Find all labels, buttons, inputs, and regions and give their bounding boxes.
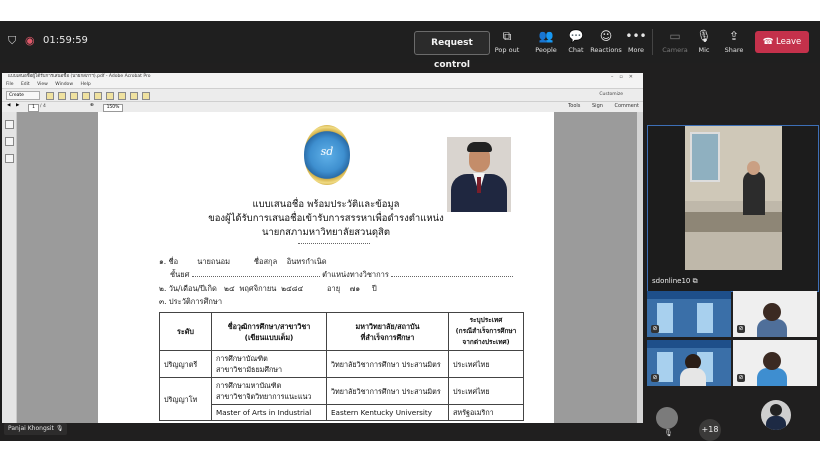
menu-help[interactable]: Help xyxy=(80,82,90,87)
acrobat-titlebar: แบบเสนอชื่อผู้ได้รับการเสนอชื่อ (นายกสภา… xyxy=(2,73,643,81)
participant-tile[interactable]: ⊘ xyxy=(647,291,731,337)
bookmarks-icon[interactable] xyxy=(5,137,14,146)
mic-icon: 🎙 xyxy=(664,429,673,437)
menu-edit[interactable]: Edit xyxy=(21,82,30,87)
heading-underline xyxy=(298,243,370,244)
education-table: ระดับ ชื่อวุฒิการศึกษา/สาขาวิชา (เขียนแบ… xyxy=(159,312,524,421)
toolbar-divider xyxy=(652,29,653,55)
rank-line: ชั้นยศ ตำแหน่งทางวิชาการ xyxy=(170,269,514,281)
create-button[interactable]: Create xyxy=(6,91,40,100)
table-row: ปริญญาตรี การศึกษาบัณฑิต สาขาวิชามัธยมศึ… xyxy=(159,350,524,378)
col-degree: ชื่อวุฒิการศึกษา/สาขาวิชา (เขียนแบบเต็ม) xyxy=(211,312,327,351)
meeting-timer: 01:59:59 xyxy=(43,35,88,46)
teams-meeting-window: ⛉ ◉ 01:59:59 Request control ⧉ Pop out 👥 P… xyxy=(0,21,820,441)
more-participants-button[interactable]: +18 xyxy=(699,419,721,441)
zoom-in-icon[interactable]: ⊕ xyxy=(90,103,94,108)
acrobat-toolbar: Create Customize xyxy=(2,89,643,102)
zoom-field[interactable]: 150% xyxy=(103,104,123,112)
meeting-toolbar: ⛉ ◉ 01:59:59 Request control ⧉ Pop out 👥 P… xyxy=(0,21,820,70)
share-button[interactable]: ⇪ Share xyxy=(716,29,752,54)
page-thumbnails-icon[interactable] xyxy=(5,120,14,129)
sign-icon[interactable] xyxy=(142,92,150,100)
attachments-icon[interactable] xyxy=(5,154,14,163)
shield-icon[interactable]: ⛉ xyxy=(8,34,16,48)
col-country: ระบุประเทศ (กรณีสำเร็จการศึกษา จากต่างปร… xyxy=(448,312,524,351)
participant-avatar[interactable] xyxy=(656,407,678,429)
shared-screen: แบบเสนอชื่อผู้ได้รับการเสนอชื่อ (นายกสภา… xyxy=(0,73,643,423)
participant-avatar[interactable] xyxy=(761,400,791,430)
menu-window[interactable]: Window xyxy=(55,82,73,87)
col-institution: มหาวิทยาลัย/สถาบัน ที่สำเร็จการศึกษา xyxy=(326,312,449,351)
comment-link[interactable]: Comment xyxy=(615,103,640,109)
sign-link[interactable]: Sign xyxy=(592,103,603,109)
education-line: ๓. ประวัติการศึกษา xyxy=(159,297,223,306)
more-button[interactable]: ••• More xyxy=(618,29,654,54)
page-number-input[interactable]: 1 xyxy=(28,104,39,112)
request-control-button[interactable]: Request control xyxy=(414,31,490,70)
participant-tile[interactable]: ⊘ xyxy=(733,291,817,337)
prev-page-icon[interactable]: ◀ xyxy=(7,103,10,108)
recording-icon: ◉ xyxy=(25,34,35,47)
participant-tile[interactable]: ⊘ xyxy=(647,340,731,386)
open-icon[interactable] xyxy=(46,92,54,100)
presenter-name-badge: Panjai Khongsit 🎙 xyxy=(4,423,68,435)
doc-heading-3: นายกสภามหาวิทยาลัยสวนดุสิต xyxy=(261,227,391,238)
menu-file[interactable]: File xyxy=(6,82,14,87)
pop-out-icon: ⧉ xyxy=(502,29,512,43)
col-level: ระดับ xyxy=(159,312,212,351)
share-screen-icon: ⧉ xyxy=(692,277,698,285)
navigation-pane xyxy=(2,112,17,423)
leave-button[interactable]: ☎ Leave xyxy=(755,31,809,53)
doc-heading-1: แบบเสนอชื่อ พร้อมประวัติและข้อมูล xyxy=(252,199,400,210)
mic-off-icon: ⊘ xyxy=(651,325,659,333)
tools-link[interactable]: Tools xyxy=(568,103,580,109)
table-header-row: ระดับ ชื่อวุฒิการศึกษา/สาขาวิชา (เขียนแบ… xyxy=(159,312,524,351)
participant-tile-main[interactable]: sdonline10 ⧉ xyxy=(647,125,819,292)
table-row: Master of Arts in Industrial Eastern Ken… xyxy=(160,404,524,421)
pdf-page: sd แบบเสนอชื่อ พร้อมประวัติและข้อมูล ของ… xyxy=(98,112,554,423)
more-icon: ••• xyxy=(625,29,647,43)
next-page-icon[interactable]: ▶ xyxy=(16,103,19,108)
doc-heading-2: ของผู้ได้รับการเสนอชื่อเข้ารับการสรรหาเพ… xyxy=(208,213,444,224)
acrobat-menubar: File Edit View Window Help xyxy=(2,81,643,89)
bottom-margin xyxy=(0,441,820,461)
university-seal-logo: sd xyxy=(304,125,350,185)
save-icon[interactable] xyxy=(58,92,66,100)
comment-icon[interactable] xyxy=(106,92,114,100)
participant-tile[interactable]: ⊘ xyxy=(733,340,817,386)
phone-icon: ☎ xyxy=(762,37,776,47)
document-area: sd แบบเสนอชื่อ พร้อมประวัติและข้อมูล ของ… xyxy=(17,112,643,423)
share-icon: ⇪ xyxy=(728,29,740,43)
mic-icon: 🎙 xyxy=(55,425,64,432)
menu-view[interactable]: View xyxy=(37,82,48,87)
page-count: / 4 xyxy=(40,104,46,109)
stamp-icon[interactable] xyxy=(130,92,138,100)
birth-line: ๒. วัน/เดือน/ปีเกิด ๒๔ พฤศจิกายน ๒๔๘๔ อา… xyxy=(159,284,377,293)
customize-dropdown[interactable]: Customize xyxy=(599,92,623,97)
pop-out-button[interactable]: ⧉ Pop out xyxy=(489,29,525,54)
window-controls[interactable]: –▫✕ xyxy=(611,73,639,81)
acrobat-window: แบบเสนอชื่อผู้ได้รับการเสนอชื่อ (นายกสภา… xyxy=(2,73,643,423)
right-pane-links: Tools Sign Comment xyxy=(558,103,639,109)
name-line: ๑. ชื่อ นายถนอม ชื่อสกุล อินทรกำเนิด xyxy=(159,257,327,266)
mic-off-icon: ⊘ xyxy=(651,374,659,382)
highlight-icon[interactable] xyxy=(118,92,126,100)
email-icon[interactable] xyxy=(82,92,90,100)
participant-video xyxy=(685,126,782,270)
table-row: ปริญญาโท การศึกษามหาบัณฑิต สาขาวิชาจิตวิ… xyxy=(159,377,524,421)
mic-off-icon: ⊘ xyxy=(737,374,745,382)
participant-name: sdonline10 ⧉ xyxy=(652,277,698,285)
settings-icon[interactable] xyxy=(94,92,102,100)
vertical-scrollbar[interactable] xyxy=(637,112,643,423)
print-icon[interactable] xyxy=(70,92,78,100)
mic-off-icon: ⊘ xyxy=(737,325,745,333)
